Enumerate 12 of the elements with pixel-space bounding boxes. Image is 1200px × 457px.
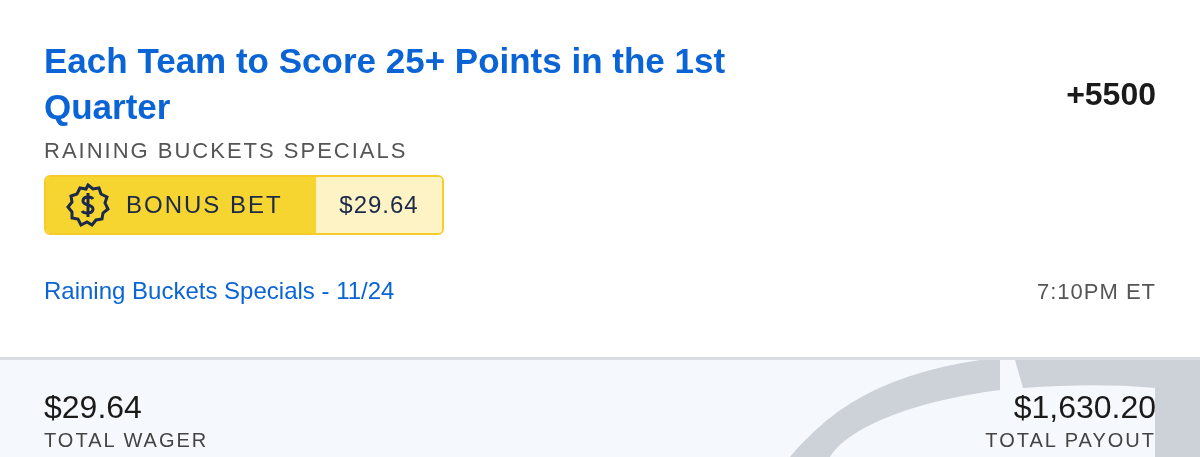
bet-title: Each Team to Score 25+ Points in the 1st Quarter [44, 40, 727, 128]
summary-value: $1,630.20 [1013, 388, 1156, 426]
bonus-label: BONUS BET [126, 190, 283, 220]
odds: +5500 [1066, 75, 1156, 114]
event-time: 7:10PM ET [1036, 277, 1156, 306]
summary-label: TOTAL WAGER [44, 428, 209, 453]
summary-value: $29.64 [44, 388, 142, 426]
market-name: RAINING BUCKETS SPECIALS [44, 137, 409, 165]
event-link[interactable]: Raining Buckets Specials - 11/24 [44, 273, 395, 309]
bonus-amount: $29.64 [339, 190, 419, 220]
summary-label: TOTAL PAYOUT [985, 428, 1156, 453]
dollar-badge-icon [64, 181, 112, 229]
